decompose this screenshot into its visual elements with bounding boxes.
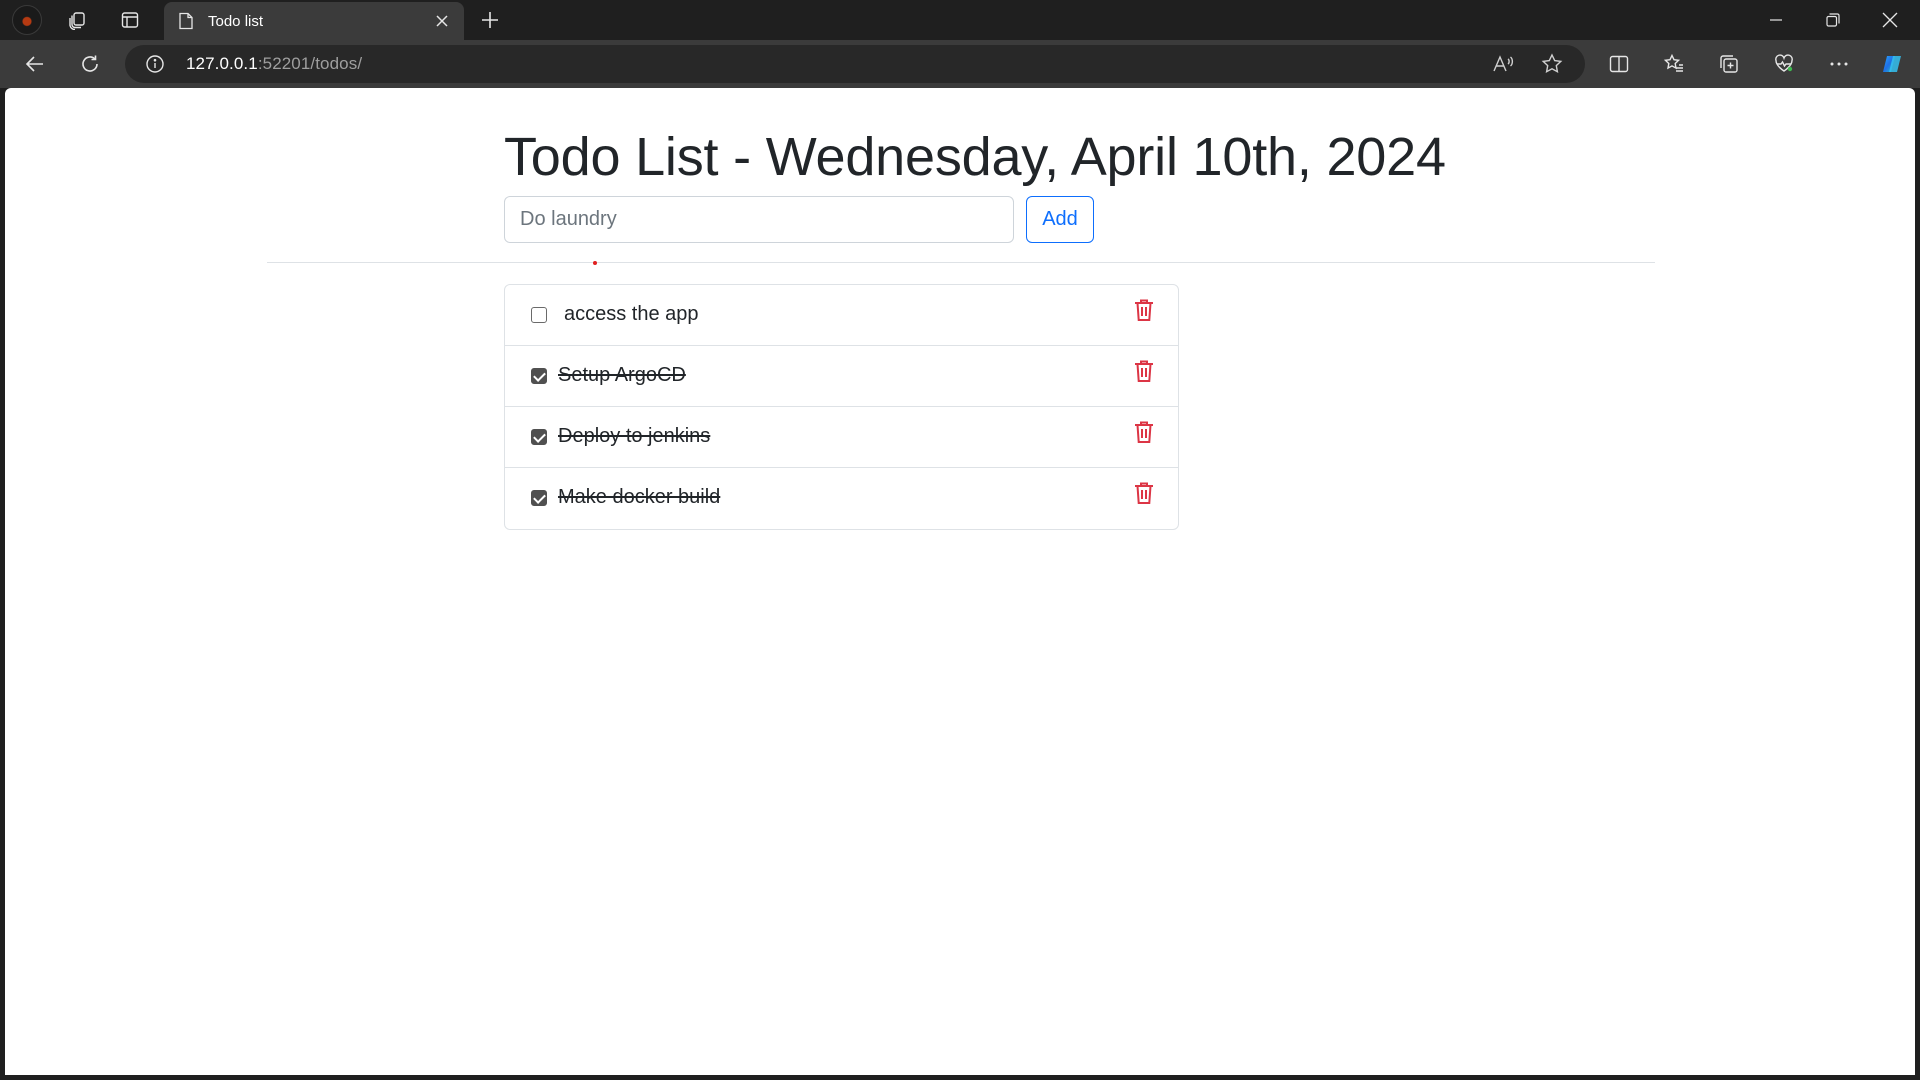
todo-item: Deploy to jenkins (505, 407, 1178, 468)
todo-item: Setup ArgoCD (505, 346, 1178, 407)
trash-icon[interactable] (1133, 298, 1155, 322)
refresh-button[interactable] (74, 48, 106, 80)
todo-checkbox[interactable] (531, 307, 547, 323)
restore-button[interactable] (1805, 0, 1861, 40)
url-path: :52201/todos/ (257, 54, 363, 73)
todo-checkbox[interactable] (531, 429, 547, 445)
divider (267, 262, 1655, 263)
trash-icon[interactable] (1133, 420, 1155, 444)
split-screen-icon[interactable] (1605, 50, 1633, 78)
favorites-icon[interactable] (1660, 50, 1688, 78)
trash-icon[interactable] (1133, 359, 1155, 383)
todo-item: Make docker build (505, 468, 1178, 529)
tab-todo-list[interactable]: Todo list (164, 2, 464, 40)
profile-avatar[interactable] (12, 5, 42, 35)
page-viewport: Todo List - Wednesday, April 10th, 2024 … (5, 88, 1915, 1075)
todo-checkbox[interactable] (531, 490, 547, 506)
new-tab-icon[interactable] (476, 6, 504, 34)
browser-toolbar: 127.0.0.1:52201/todos/ (0, 40, 1920, 88)
red-dot-marker (593, 261, 597, 265)
workspaces-icon[interactable] (61, 4, 93, 36)
todo-checkbox[interactable] (531, 368, 547, 384)
minimize-icon (1770, 19, 1782, 21)
trash-icon[interactable] (1133, 481, 1155, 505)
todo-text: Deploy to jenkins (558, 425, 711, 447)
vertical-tabs-icon[interactable] (114, 4, 146, 36)
close-window-icon (1882, 12, 1898, 28)
close-tab-icon[interactable] (434, 13, 450, 29)
address-bar[interactable]: 127.0.0.1:52201/todos/ (125, 45, 1585, 83)
browser-essentials-icon[interactable] (1770, 50, 1798, 78)
todo-item: access the app (505, 285, 1178, 346)
document-icon (179, 12, 193, 30)
todo-text: Setup ArgoCD (558, 364, 686, 386)
tab-title: Todo list (208, 12, 264, 30)
add-button[interactable]: Add (1026, 196, 1094, 243)
favorite-star-icon[interactable] (1540, 52, 1564, 76)
back-arrow-icon (25, 56, 43, 72)
url-host: 127.0.0.1 (186, 54, 258, 73)
read-aloud-icon[interactable] (1491, 52, 1515, 76)
copilot-icon[interactable] (1878, 50, 1906, 78)
more-menu-icon[interactable] (1825, 50, 1853, 78)
close-window-button[interactable] (1862, 0, 1918, 40)
site-info-icon[interactable] (145, 54, 165, 74)
back-button[interactable] (19, 48, 51, 80)
todo-input[interactable] (504, 196, 1014, 243)
collections-icon[interactable] (1715, 50, 1743, 78)
refresh-icon (82, 55, 98, 72)
page-title: Todo List - Wednesday, April 10th, 2024 (504, 127, 1446, 187)
minimize-button[interactable] (1748, 0, 1804, 40)
todo-list: access the app Setup ArgoCD Deploy to je… (504, 284, 1179, 530)
browser-tab-bar: Todo list (0, 0, 1920, 40)
todo-text: access the app (564, 303, 699, 325)
url-text[interactable]: 127.0.0.1:52201/todos/ (186, 54, 362, 74)
todo-text: Make docker build (558, 486, 721, 508)
restore-icon (1826, 13, 1840, 27)
